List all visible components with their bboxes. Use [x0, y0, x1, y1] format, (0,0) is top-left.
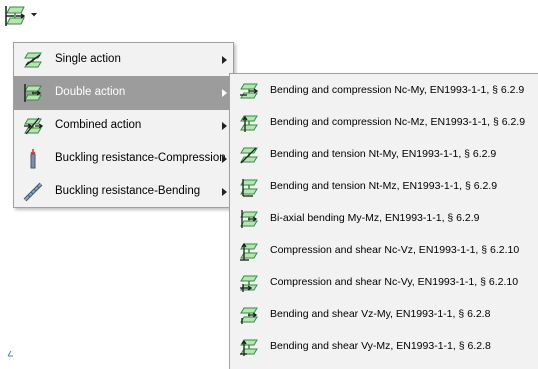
submenu-arrow-icon: [222, 56, 227, 64]
section-check-icon: [5, 6, 26, 26]
submenu-item-nt-my[interactable]: Bending and tension Nt-My, EN1993-1-1, §…: [230, 138, 538, 170]
vy-mz-icon: [240, 339, 258, 356]
action-type-menu: Single action Double action Combined act…: [13, 42, 234, 208]
menu-item-label: Double action: [55, 86, 126, 98]
submenu-item-label: Bending and tension Nt-Mz, EN1993-1-1, §…: [270, 180, 498, 192]
menu-item-label: Buckling resistance-Compression: [55, 152, 226, 164]
menu-item-label: Combined action: [55, 119, 142, 131]
submenu-item-label: Bending and compression Nc-My, EN1993-1-…: [270, 84, 525, 96]
submenu-item-label: Compression and shear Nc-Vy, EN1993-1-1,…: [270, 276, 519, 288]
submenu-item-vy-mz[interactable]: Bending and shear Vy-Mz, EN1993-1-1, § 6…: [230, 330, 538, 362]
submenu-arrow-icon: [222, 89, 227, 97]
submenu-arrow-icon: [222, 122, 227, 130]
submenu-item-nc-mz[interactable]: Bending and compression Nc-Mz, EN1993-1-…: [230, 106, 538, 138]
nc-my-icon: [240, 83, 259, 99]
submenu-item-nc-vz[interactable]: Compression and shear Nc-Vz, EN1993-1-1,…: [230, 234, 538, 266]
menu-item-single-action[interactable]: Single action: [14, 43, 233, 77]
my-mz-icon: [240, 210, 258, 228]
background-axis-icon: [7, 350, 13, 357]
vz-my-icon: [240, 307, 258, 324]
single-action-icon: [24, 52, 42, 68]
menu-item-label: Single action: [55, 53, 121, 65]
menu-item-buckling-compression[interactable]: Buckling resistance-Compression: [14, 142, 233, 176]
menu-item-buckling-bending[interactable]: Buckling resistance-Bending: [14, 175, 233, 209]
section-check-button[interactable]: [0, 0, 44, 30]
buckling-bending-icon: [23, 182, 43, 202]
menu-item-combined-action[interactable]: Combined action: [14, 109, 233, 143]
nt-mz-icon: [240, 179, 258, 197]
double-action-icon: [24, 84, 42, 102]
nc-vy-icon: [240, 275, 258, 292]
submenu-item-label: Compression and shear Nc-Vz, EN1993-1-1,…: [270, 244, 520, 256]
submenu-arrow-icon: [222, 155, 227, 163]
menu-item-double-action[interactable]: Double action: [14, 76, 233, 110]
submenu-item-label: Bending and tension Nt-My, EN1993-1-1, §…: [270, 148, 497, 160]
nt-my-icon: [240, 147, 258, 164]
menu-item-label: Buckling resistance-Bending: [55, 185, 201, 197]
dropdown-arrow-icon[interactable]: [30, 12, 38, 18]
submenu-item-label: Bending and shear Vz-My, EN1993-1-1, § 6…: [270, 308, 491, 320]
combined-action-icon: [24, 117, 43, 135]
submenu-item-nt-mz[interactable]: Bending and tension Nt-Mz, EN1993-1-1, §…: [230, 170, 538, 202]
submenu-item-my-mz[interactable]: Bi-axial bending My-Mz, EN1993-1-1, § 6.…: [230, 202, 538, 234]
submenu-item-nc-vy[interactable]: Compression and shear Nc-Vy, EN1993-1-1,…: [230, 266, 538, 298]
nc-vz-icon: [240, 242, 258, 261]
submenu-item-vz-my[interactable]: Bending and shear Vz-My, EN1993-1-1, § 6…: [230, 298, 538, 330]
double-action-submenu: Bending and compression Nc-My, EN1993-1-…: [229, 73, 538, 369]
submenu-item-nc-my[interactable]: Bending and compression Nc-My, EN1993-1-…: [230, 74, 538, 106]
submenu-item-label: Bi-axial bending My-Mz, EN1993-1-1, § 6.…: [270, 212, 480, 224]
submenu-item-label: Bending and shear Vy-Mz, EN1993-1-1, § 6…: [270, 340, 491, 352]
nc-mz-icon: [240, 115, 258, 132]
buckling-compression-icon: [30, 149, 36, 169]
submenu-item-label: Bending and compression Nc-Mz, EN1993-1-…: [270, 116, 526, 128]
submenu-arrow-icon: [222, 188, 227, 196]
